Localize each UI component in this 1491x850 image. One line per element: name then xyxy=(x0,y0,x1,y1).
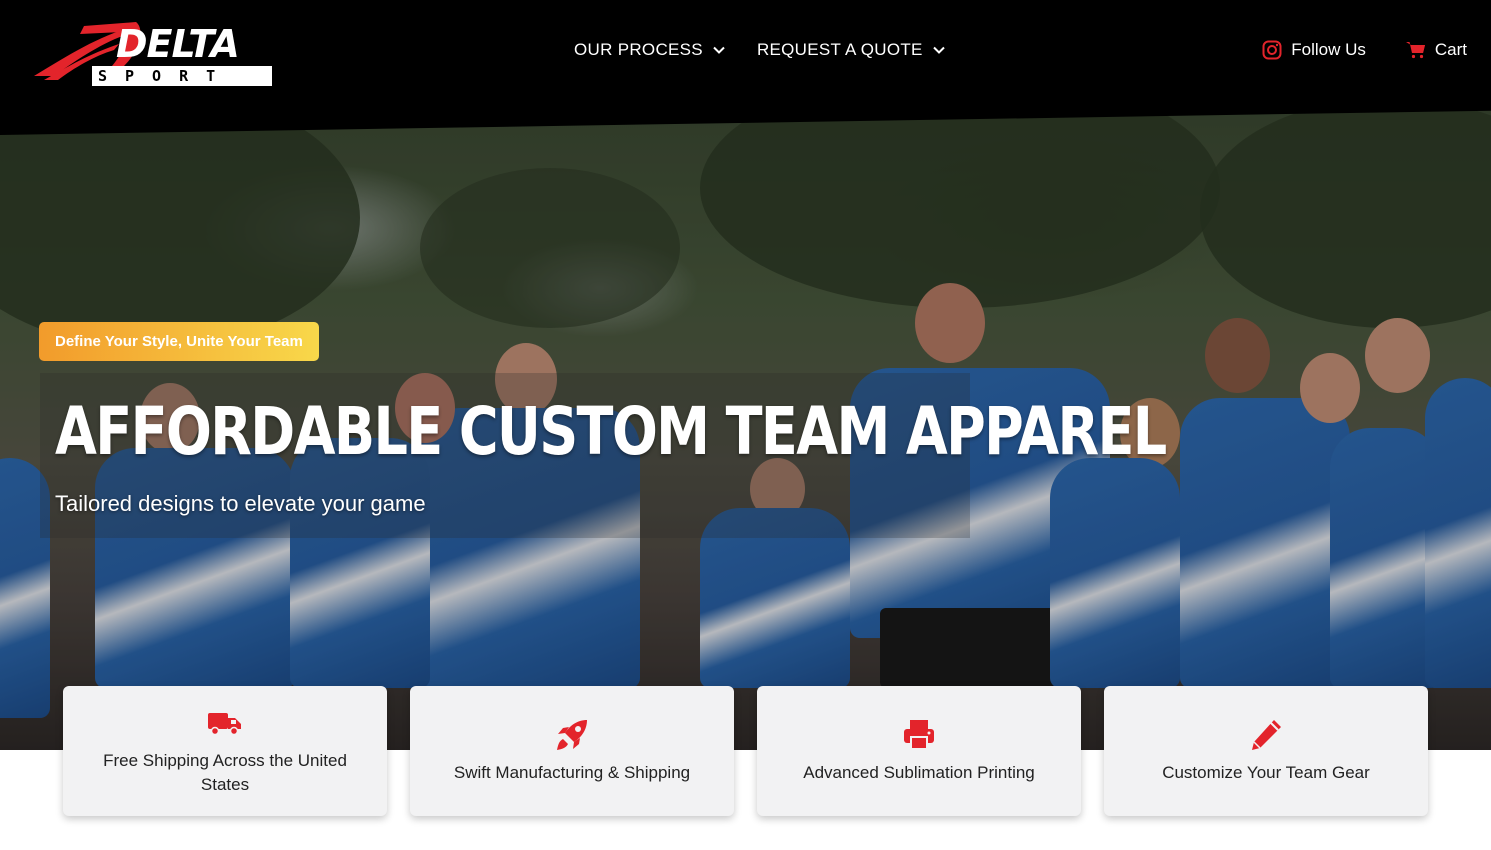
nav-request-quote-label: REQUEST A QUOTE xyxy=(756,40,923,59)
feature-card-free-shipping: Free Shipping Across the United States xyxy=(63,686,387,816)
hero-subtitle: Tailored designs to elevate your game xyxy=(55,491,426,516)
pencil-icon xyxy=(1252,720,1281,750)
feature-label: Customize Your Team Gear xyxy=(1162,763,1370,782)
logo-wordmark: DELTA xyxy=(116,22,240,66)
page: Define Your Style, Unite Your Team AFFOR… xyxy=(0,0,1491,850)
delta-sport-logo[interactable]: DELTA SPORT xyxy=(24,18,274,88)
feature-card-sublimation: Advanced Sublimation Printing xyxy=(757,686,1081,816)
instagram-icon xyxy=(1262,40,1282,60)
logo-subtitle: SPORT xyxy=(92,66,272,86)
follow-us-label: Follow Us xyxy=(1291,40,1366,59)
chevron-down-icon xyxy=(932,46,945,54)
hero-title: AFFORDABLE CUSTOM TEAM APPAREL xyxy=(55,393,1167,470)
truck-icon xyxy=(208,713,241,736)
cart-link[interactable]: Cart xyxy=(1405,40,1467,60)
follow-us-link[interactable]: Follow Us xyxy=(1262,40,1366,60)
cart-label: Cart xyxy=(1434,40,1467,59)
cart-icon xyxy=(1405,42,1425,59)
main-nav: OUR PROCESS REQUEST A QUOTE xyxy=(574,40,945,60)
feature-cards: Free Shipping Across the United States S… xyxy=(63,686,1428,816)
rocket-icon xyxy=(557,720,587,750)
feature-label: Swift Manufacturing & Shipping xyxy=(453,763,691,782)
hero-tagline: Define Your Style, Unite Your Team xyxy=(39,322,319,361)
printer-icon xyxy=(904,720,934,750)
nav-our-process-label: OUR PROCESS xyxy=(574,40,703,59)
nav-our-process[interactable]: OUR PROCESS xyxy=(574,40,725,60)
feature-card-swift-manufacturing: Swift Manufacturing & Shipping xyxy=(410,686,734,816)
nav-request-quote[interactable]: REQUEST A QUOTE xyxy=(757,40,945,60)
feature-label: Advanced Sublimation Printing xyxy=(803,763,1035,782)
feature-label: Free Shipping Across the United States xyxy=(103,751,347,794)
feature-card-customize: Customize Your Team Gear xyxy=(1104,686,1428,816)
chevron-down-icon xyxy=(713,46,725,54)
header-actions: Follow Us Cart xyxy=(1262,40,1467,60)
